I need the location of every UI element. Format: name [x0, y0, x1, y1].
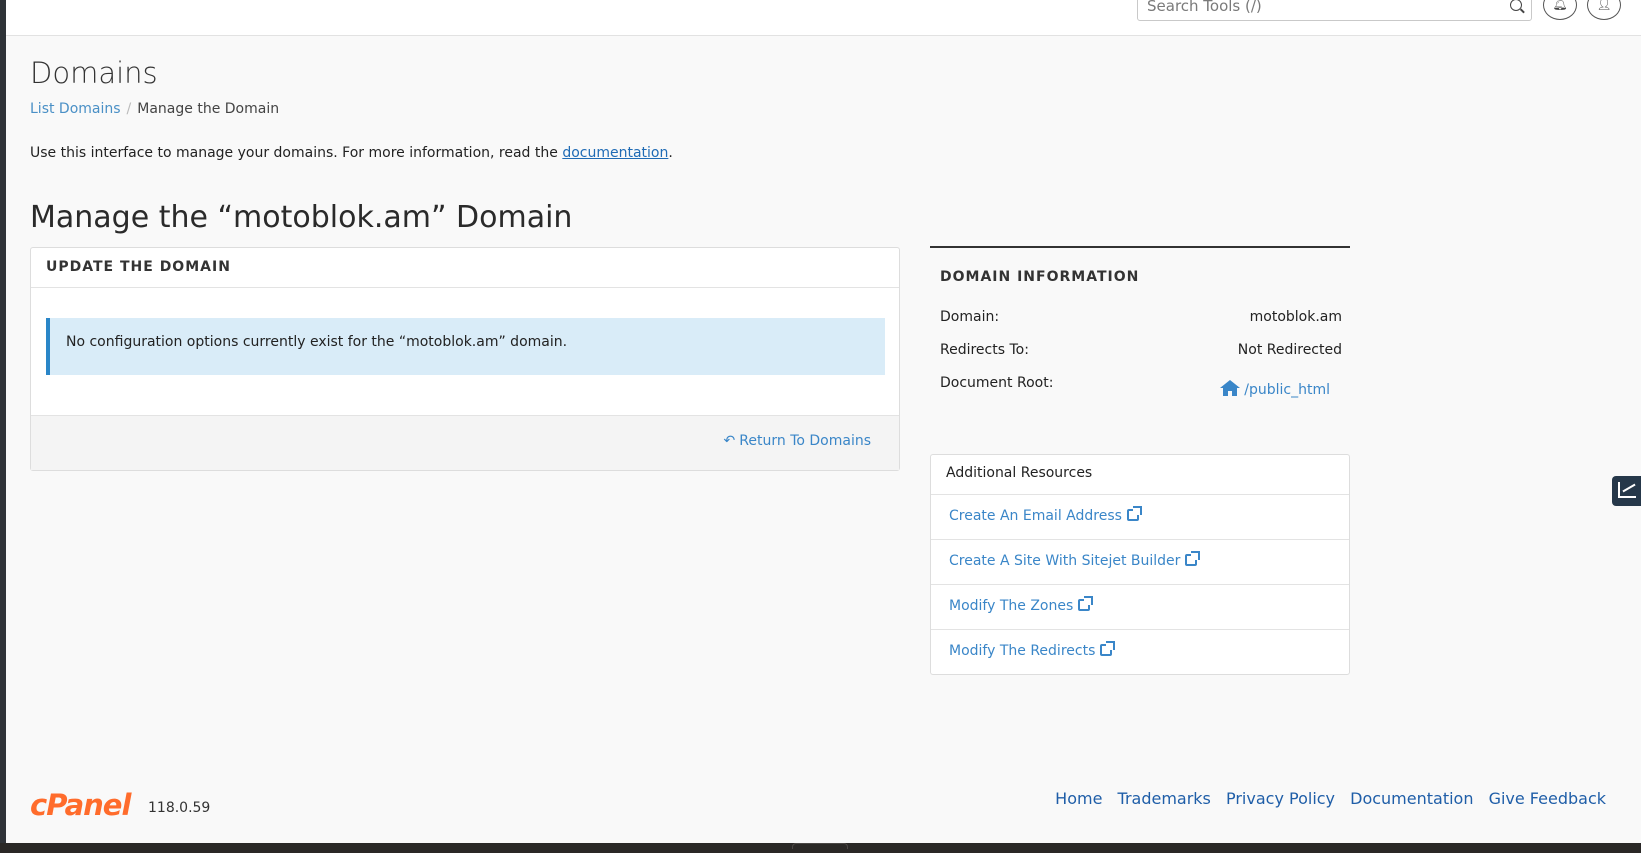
manage-domain-title: Manage the “motoblok.am” Domain [30, 200, 573, 235]
update-domain-heading: UPDATE THE DOMAIN [31, 248, 899, 288]
footer-trademarks-link[interactable]: Trademarks [1118, 789, 1211, 808]
document-root-row: Document Root: /public_html [940, 375, 1342, 398]
user-menu-button[interactable]: 👤︎ [1587, 0, 1621, 20]
redirects-value: Not Redirected [1237, 342, 1342, 358]
domain-information-heading: DOMAIN INFORMATION [940, 269, 1140, 285]
stats-chart-icon [1618, 482, 1636, 498]
create-email-label: Create An Email Address [949, 508, 1122, 524]
info-alert: No configuration options currently exist… [46, 318, 885, 375]
breadcrumb: List Domains / Manage the Domain [30, 101, 279, 117]
taskbar-handle [792, 843, 848, 849]
footer-links: Home Trademarks Privacy Policy Documenta… [1045, 789, 1606, 808]
breadcrumb-list-domains[interactable]: List Domains [30, 101, 121, 117]
return-to-domains-link[interactable]: ↶ Return To Domains [724, 433, 871, 449]
bell-icon: 🔔︎ [1552, 0, 1568, 11]
search-icon[interactable] [1510, 0, 1522, 11]
modify-redirects-link[interactable]: Modify The Redirects [931, 630, 1349, 675]
intro-text-body: Use this interface to manage your domain… [30, 145, 563, 161]
documentation-link[interactable]: documentation [562, 145, 668, 161]
card-footer: ↶ Return To Domains [31, 415, 899, 470]
external-link-icon [1100, 641, 1116, 656]
modify-redirects-label: Modify The Redirects [949, 643, 1096, 659]
version-number: 118.0.59 [148, 800, 211, 816]
redirects-row: Redirects To: Not Redirected [940, 342, 1342, 358]
footer-home-link[interactable]: Home [1055, 789, 1102, 808]
left-edge-strip [0, 0, 6, 853]
notifications-button[interactable]: 🔔︎ [1543, 0, 1577, 20]
domain-row: Domain: motoblok.am [940, 309, 1342, 325]
return-to-domains-label: Return To Domains [739, 433, 871, 449]
bottom-taskbar-strip [0, 843, 1641, 853]
search-placeholder: Search Tools (/) [1147, 0, 1262, 15]
sitejet-builder-label: Create A Site With Sitejet Builder [949, 553, 1181, 569]
footer-documentation-link[interactable]: Documentation [1350, 789, 1473, 808]
breadcrumb-current: Manage the Domain [137, 101, 280, 117]
additional-resources-card: Additional Resources Create An Email Add… [930, 454, 1350, 675]
page-title: Domains [30, 56, 158, 90]
update-domain-card: UPDATE THE DOMAIN No configuration optio… [30, 247, 900, 471]
stats-side-tab[interactable] [1612, 476, 1641, 506]
user-icon: 👤︎ [1596, 0, 1612, 11]
additional-resources-heading: Additional Resources [931, 455, 1349, 495]
domain-value: motoblok.am [1249, 309, 1342, 325]
footer-privacy-link[interactable]: Privacy Policy [1226, 789, 1335, 808]
sitejet-builder-link[interactable]: Create A Site With Sitejet Builder [931, 540, 1349, 585]
intro-text: Use this interface to manage your domain… [30, 145, 673, 161]
intro-text-end: . [668, 145, 673, 161]
home-icon [1220, 380, 1241, 396]
search-input[interactable]: Search Tools (/) [1137, 0, 1532, 21]
redirects-label: Redirects To: [940, 342, 1029, 358]
domain-label: Domain: [940, 309, 1000, 325]
info-alert-text: No configuration options currently exist… [66, 334, 568, 350]
document-root-value: /public_html [1244, 382, 1330, 398]
external-link-icon [1185, 551, 1201, 566]
modify-zones-link[interactable]: Modify The Zones [931, 585, 1349, 630]
create-email-link[interactable]: Create An Email Address [931, 495, 1349, 540]
footer-feedback-link[interactable]: Give Feedback [1489, 789, 1606, 808]
cpanel-logo[interactable]: cPanel [30, 788, 131, 822]
external-link-icon [1078, 596, 1094, 611]
document-root-link[interactable]: /public_html [1220, 380, 1330, 398]
top-bar: Search Tools (/) 🔔︎ 👤︎ [6, 0, 1641, 36]
domain-information-panel: DOMAIN INFORMATION Domain: motoblok.am R… [930, 246, 1350, 426]
breadcrumb-separator: / [126, 101, 132, 117]
reply-arrow-icon: ↶ [723, 433, 736, 449]
external-link-icon [1126, 506, 1142, 521]
document-root-label: Document Root: [940, 375, 1054, 391]
modify-zones-label: Modify The Zones [949, 598, 1074, 614]
